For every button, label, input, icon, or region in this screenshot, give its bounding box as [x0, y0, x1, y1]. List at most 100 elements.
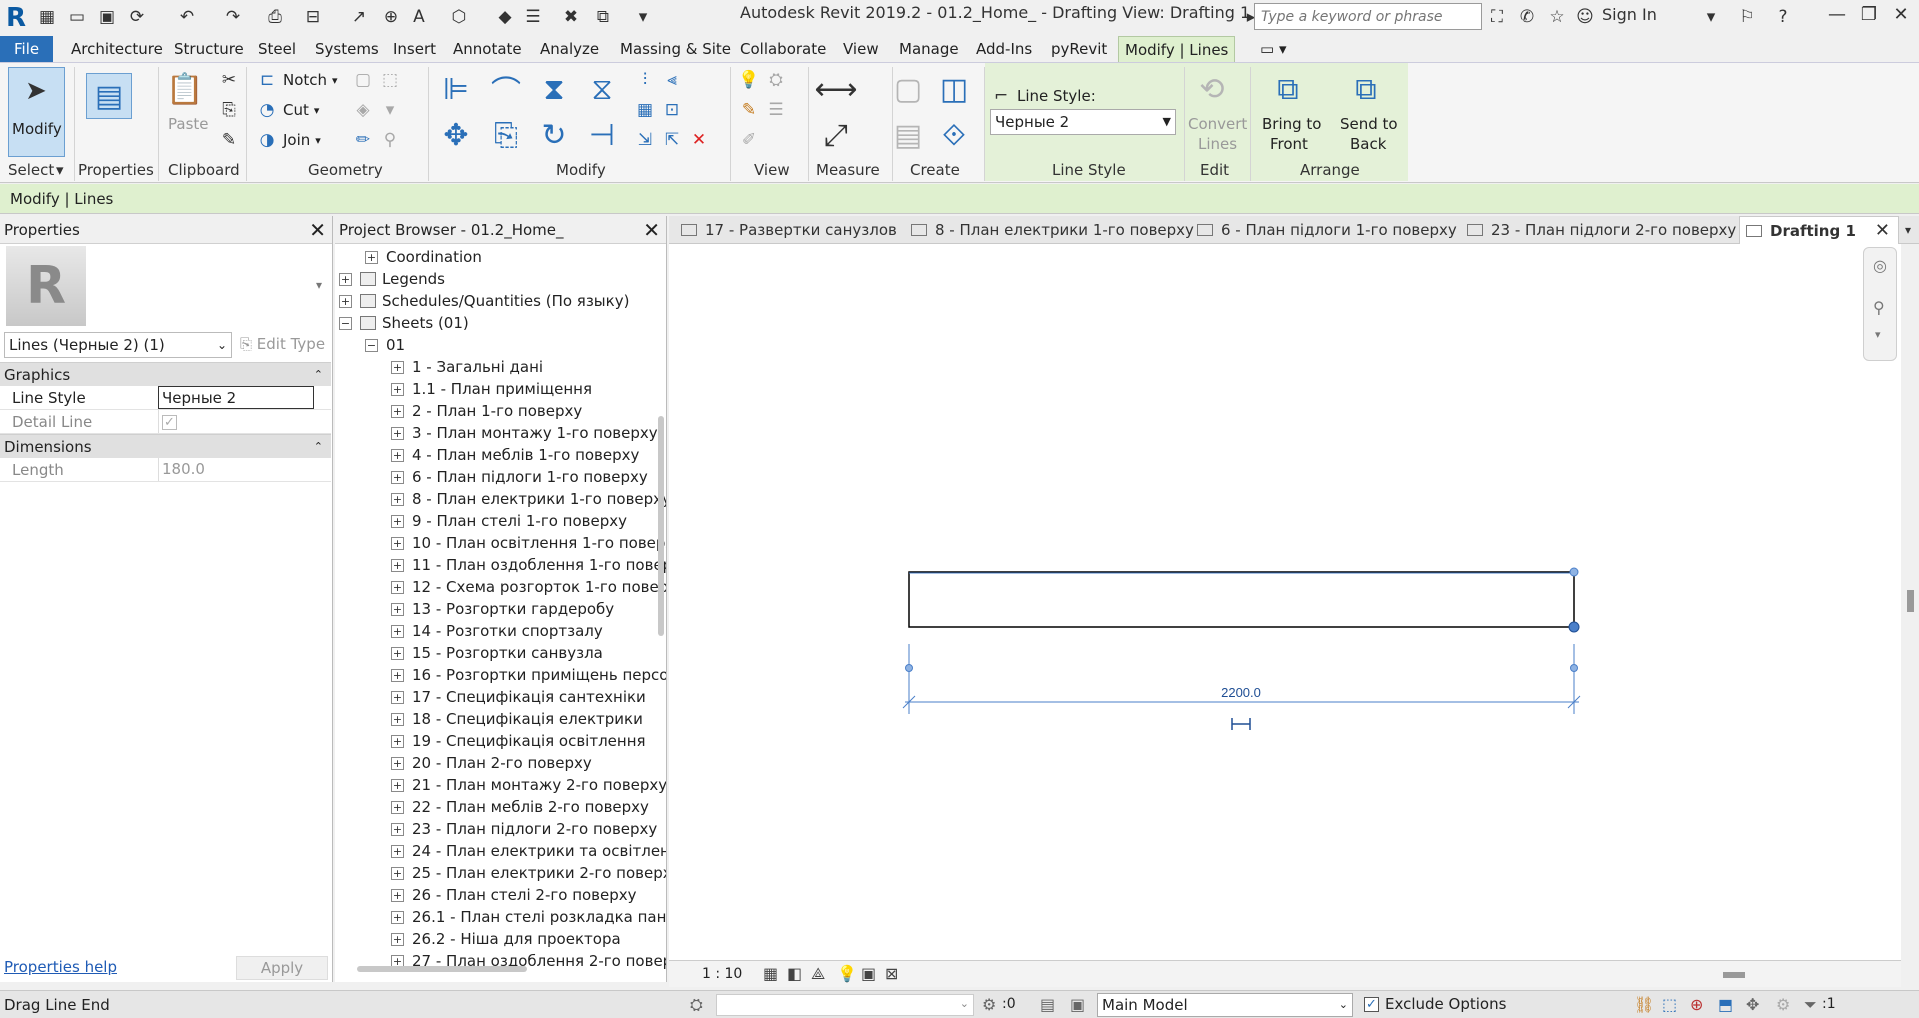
drawing-canvas[interactable]: 2200.0	[669, 244, 1901, 960]
expand-icon[interactable]: +	[339, 272, 352, 286]
expand-icon[interactable]: +	[365, 250, 378, 264]
create-similar-icon[interactable]: ⟐	[934, 115, 974, 155]
sheet-list-item[interactable]: +14 - Розготки спортзалу	[391, 620, 603, 642]
tab-list-dropdown-icon[interactable]: ▾	[1899, 216, 1911, 244]
view-tab[interactable]: 8 - План електрики 1-го поверху	[905, 216, 1194, 244]
tag-icon[interactable]: ⊕	[380, 6, 402, 28]
apply-button[interactable]: Apply	[236, 956, 328, 980]
join-button[interactable]: ◑ Join ▾	[256, 129, 321, 151]
select-dropdown-icon[interactable]: ▾	[56, 161, 64, 179]
collapse-icon[interactable]: −	[339, 316, 352, 330]
expand-icon[interactable]: +	[391, 360, 404, 374]
close-properties-icon[interactable]: ✕	[309, 216, 326, 244]
drawn-rectangle[interactable]	[908, 571, 1575, 628]
tab-pyrevit[interactable]: pyRevit	[1045, 36, 1113, 62]
tab-collaborate[interactable]: Collaborate	[734, 36, 832, 62]
expand-icon[interactable]: +	[391, 712, 404, 726]
property-group-graphics[interactable]: Graphics ⌃	[0, 362, 331, 386]
filter-icon[interactable]: ⏷	[1804, 995, 1817, 1015]
checkbox-checked[interactable]: ✓	[1364, 996, 1379, 1012]
modify-button[interactable]: ➤ Modify	[8, 67, 65, 157]
tree-item-schedules[interactable]: + Schedules/Quantities (По языку)	[339, 290, 629, 312]
align-icon[interactable]: ⊫	[436, 69, 476, 109]
tab-massing-site[interactable]: Massing & Site	[614, 36, 737, 62]
select-pinned-icon[interactable]: ⊕	[1690, 995, 1703, 1014]
editable-only-icon[interactable]: ⚙	[982, 995, 996, 1014]
sheet-list-item[interactable]: +18 - Специфікація електрики	[391, 708, 643, 730]
convert-lines-icon[interactable]: ⟲	[1192, 69, 1232, 109]
tab-analyze[interactable]: Analyze	[534, 36, 605, 62]
ribbon-minimize-icon[interactable]: ▭ ▾	[1254, 36, 1292, 62]
detail-level-icon[interactable]: ▦	[763, 964, 778, 983]
wall-joins-icon[interactable]: ✏ ⚲	[352, 129, 401, 151]
type-selector[interactable]: Lines (Черные 2) (1) ⌄	[4, 332, 232, 358]
close-browser-icon[interactable]: ✕	[643, 216, 660, 244]
trim-extend-icon[interactable]: ⊣	[582, 115, 622, 155]
cut-geometry-button[interactable]: ◔ Cut ▾	[256, 99, 320, 121]
sheet-list-item[interactable]: +26 - План стелі 2-го поверху	[391, 884, 637, 906]
expand-icon[interactable]: +	[391, 734, 404, 748]
paste-icon[interactable]: 📋	[165, 69, 205, 109]
minimize-icon[interactable]: —	[1822, 4, 1852, 30]
select-underlay-icon[interactable]: ⬚	[1662, 995, 1677, 1014]
sheet-list-item[interactable]: +23 - План підлоги 2-го поверху	[391, 818, 657, 840]
dimension-value[interactable]: 2200.0	[1221, 685, 1261, 700]
sheet-list-item[interactable]: +25 - План електрики 2-го поверху	[391, 862, 666, 884]
tab-structure[interactable]: Structure	[168, 36, 250, 62]
cart-icon[interactable]: ⚐	[1736, 6, 1758, 28]
expand-icon[interactable]: +	[391, 404, 404, 418]
sheet-list-item[interactable]: +26.1 - План стелі розкладка панелей	[391, 906, 666, 928]
line-style-dropdown[interactable]: Черные 2 ▼	[990, 109, 1176, 135]
close-icon[interactable]: ✕	[1886, 4, 1916, 30]
tree-item-legends[interactable]: + Legends	[339, 268, 445, 290]
section-icon[interactable]: ◆	[494, 6, 516, 28]
sheet-list-item[interactable]: +15 - Розгортки санвузла	[391, 642, 603, 664]
binoculars-icon[interactable]: ⛶	[1486, 6, 1508, 28]
tab-steel[interactable]: Steel	[252, 36, 302, 62]
select-panel-label[interactable]: Select	[8, 161, 54, 179]
match-properties-icon[interactable]: ✎	[218, 129, 240, 151]
tab-modify-lines[interactable]: Modify | Lines	[1118, 36, 1236, 62]
paint-icon[interactable]: ◈ ▾	[352, 99, 401, 121]
paste-button[interactable]: Paste	[168, 115, 209, 133]
sheet-list-item[interactable]: +1 - Загальні дані	[391, 356, 543, 378]
design-option-select[interactable]: Main Model ⌄	[1097, 993, 1353, 1017]
save-icon[interactable]: ▣	[96, 6, 118, 28]
expand-icon[interactable]: +	[391, 756, 404, 770]
star-icon[interactable]: ☆	[1546, 6, 1568, 28]
open-icon[interactable]: ▭	[66, 6, 88, 28]
reveal-hidden-icon[interactable]: ▣	[861, 964, 876, 983]
text-icon[interactable]: A	[408, 6, 430, 28]
thin-lines-icon[interactable]: ☰	[522, 6, 544, 28]
canvas-scrollbar[interactable]	[1907, 590, 1914, 612]
expand-icon[interactable]: +	[391, 558, 404, 572]
sheet-list-item[interactable]: +12 - Схема розгорток 1-го поверху	[391, 576, 666, 598]
user-icon[interactable]: ☺	[1574, 6, 1596, 28]
expand-icon[interactable]: +	[391, 866, 404, 880]
sheet-list-item[interactable]: +2 - План 1-го поверху	[391, 400, 582, 422]
sheet-list-item[interactable]: +11 - План оздоблення 1-го поверху	[391, 554, 666, 576]
aligned-dimension-icon[interactable]: ↗	[348, 6, 370, 28]
expand-icon[interactable]: +	[391, 536, 404, 550]
sheet-list-item[interactable]: +16 - Розгортки приміщень персоналу	[391, 664, 666, 686]
crop-view-icon[interactable]: ⟁	[811, 964, 825, 984]
workset-dropdown[interactable]: ⌄	[716, 994, 974, 1016]
communication-icon[interactable]: ✆	[1516, 6, 1538, 28]
split-icon[interactable]: ⫶ ⫷	[634, 69, 683, 91]
sheet-list-item[interactable]: +10 - План освітлення 1-го поверху	[391, 532, 666, 554]
split-face-icon[interactable]: ▢ ⬚	[352, 69, 401, 91]
expand-icon[interactable]: +	[391, 514, 404, 528]
move-icon[interactable]: ✥	[436, 115, 476, 155]
properties-help-link[interactable]: Properties help	[4, 958, 117, 976]
override-graphics-icon[interactable]: ✎ ☰	[738, 99, 787, 121]
send-to-back-label-2[interactable]: Back	[1350, 135, 1386, 153]
tab-view[interactable]: View	[837, 36, 885, 62]
expand-icon[interactable]: +	[391, 448, 404, 462]
sheet-list-item[interactable]: +1.1 - План приміщення	[391, 378, 592, 400]
nav-dropdown-icon[interactable]: ▾	[1875, 328, 1881, 341]
expand-icon[interactable]: +	[391, 844, 404, 858]
close-tab-icon[interactable]: ✕	[1875, 217, 1890, 245]
tab-systems[interactable]: Systems	[309, 36, 385, 62]
bring-to-front-icon[interactable]: ⧉	[1268, 69, 1308, 109]
expand-icon[interactable]: +	[391, 492, 404, 506]
